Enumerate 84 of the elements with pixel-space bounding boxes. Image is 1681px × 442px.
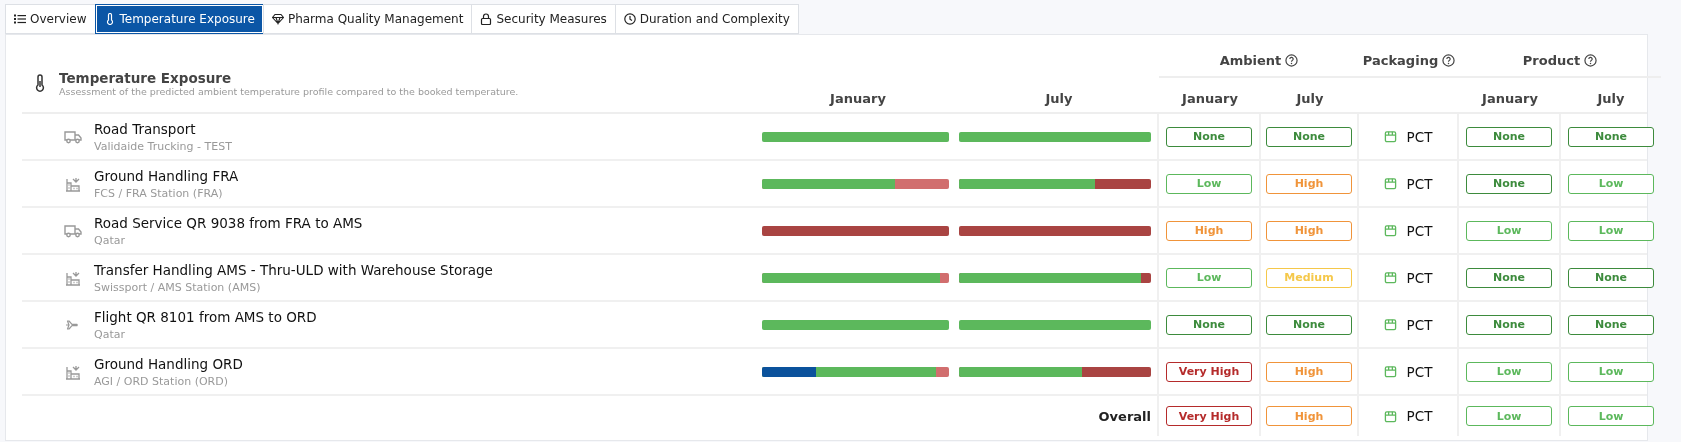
packaging-label: PCT [1406, 128, 1433, 145]
column-header: July [1597, 90, 1625, 106]
leg-subtitle: Validaide Trucking - TEST [94, 139, 232, 153]
risk-badge: Low [1568, 173, 1654, 194]
diamond-icon [271, 13, 284, 25]
tab[interactable]: Security Measures [471, 4, 615, 34]
packaging-label: PCT [1406, 222, 1433, 239]
section-title: Temperature Exposure [59, 70, 233, 86]
leg-title: Road Transport [94, 120, 197, 137]
list-icon [14, 13, 26, 25]
risk-badge: None [1568, 126, 1654, 147]
risk-badge: High [1266, 361, 1352, 382]
risk-badge: None [1466, 126, 1552, 147]
risk-badge: Low [1466, 361, 1552, 382]
risk-badge: Low [1166, 173, 1252, 194]
tab[interactable]: Overview [5, 4, 95, 34]
lock-icon [480, 13, 493, 25]
leg-title: Flight QR 8101 from AMS to ORD [94, 308, 317, 325]
truck-icon [64, 128, 82, 145]
package-icon [1383, 318, 1397, 331]
leg-title: Road Service QR 9038 from FRA to AMS [94, 214, 363, 231]
column-group-header: Product [1522, 53, 1581, 68]
risk-badge: None [1466, 173, 1552, 194]
packaging-label: PCT [1406, 175, 1433, 192]
risk-badge: None [1466, 314, 1552, 335]
package-icon [1383, 130, 1397, 143]
risk-badge: None [1568, 267, 1654, 288]
tab[interactable]: Duration and Complexity [614, 4, 799, 34]
column-header: January [830, 90, 886, 106]
warehouse-icon [64, 269, 82, 286]
leg-title: Transfer Handling AMS - Thru-ULD with Warehouse Storage [94, 261, 493, 278]
leg-title: Ground Handling ORD [94, 355, 243, 372]
column-header: January [1482, 90, 1538, 106]
leg-subtitle: Qatar [94, 327, 126, 341]
packaging-label: PCT [1406, 408, 1433, 424]
package-icon [1383, 409, 1397, 423]
truck-icon [64, 222, 82, 239]
risk-badge: Very High [1166, 406, 1252, 426]
risk-badge: High [1266, 220, 1352, 241]
risk-badge: None [1266, 126, 1352, 147]
leg-subtitle: Qatar [94, 233, 126, 247]
packaging-label: PCT [1406, 316, 1433, 333]
package-icon [1383, 177, 1397, 190]
risk-badge: None [1266, 314, 1352, 335]
risk-badge: None [1568, 314, 1654, 335]
tab[interactable]: Temperature Exposure [94, 4, 263, 34]
package-icon [1383, 271, 1397, 284]
clock-icon [623, 13, 636, 25]
risk-badge: Very High [1166, 361, 1252, 382]
risk-badge: Low [1568, 220, 1654, 241]
risk-badge: Low [1568, 406, 1654, 426]
column-header: January [1182, 90, 1238, 106]
risk-badge: None [1166, 314, 1252, 335]
column-group-header: Packaging [1362, 53, 1439, 68]
column-header: July [1045, 90, 1073, 106]
leg-subtitle: Swissport / AMS Station (AMS) [94, 280, 262, 294]
section-description: Assessment of the predicted ambient temperature profile compared to the booked temperature. [59, 86, 519, 97]
risk-badge: Low [1568, 361, 1654, 382]
help-icon[interactable] [1442, 54, 1456, 67]
column-group-header: Ambient [1219, 53, 1282, 68]
package-icon [1383, 365, 1397, 378]
packaging-label: PCT [1406, 363, 1433, 380]
risk-badge: Low [1466, 220, 1552, 241]
help-icon[interactable] [1285, 54, 1299, 67]
warehouse-icon [64, 363, 82, 380]
risk-badge: None [1466, 267, 1552, 288]
help-icon[interactable] [1584, 54, 1598, 67]
thermometer-icon [35, 74, 45, 92]
risk-badge: Low [1466, 406, 1552, 426]
leg-subtitle: AGI / ORD Station (ORD) [94, 374, 230, 388]
overall-label: Overall [1098, 408, 1151, 424]
warehouse-icon [64, 175, 82, 192]
risk-badge: High [1266, 173, 1352, 194]
tab[interactable]: Pharma Quality Management [262, 4, 472, 34]
risk-badge: Medium [1266, 267, 1352, 288]
risk-badge: Low [1166, 267, 1252, 288]
column-header: July [1296, 90, 1324, 106]
risk-badge: High [1166, 220, 1252, 241]
leg-title: Ground Handling FRA [94, 167, 239, 184]
risk-badge: None [1166, 126, 1252, 147]
packaging-label: PCT [1406, 269, 1433, 286]
package-icon [1383, 224, 1397, 237]
leg-subtitle: FCS / FRA Station (FRA) [94, 186, 224, 200]
risk-badge: High [1266, 406, 1352, 426]
